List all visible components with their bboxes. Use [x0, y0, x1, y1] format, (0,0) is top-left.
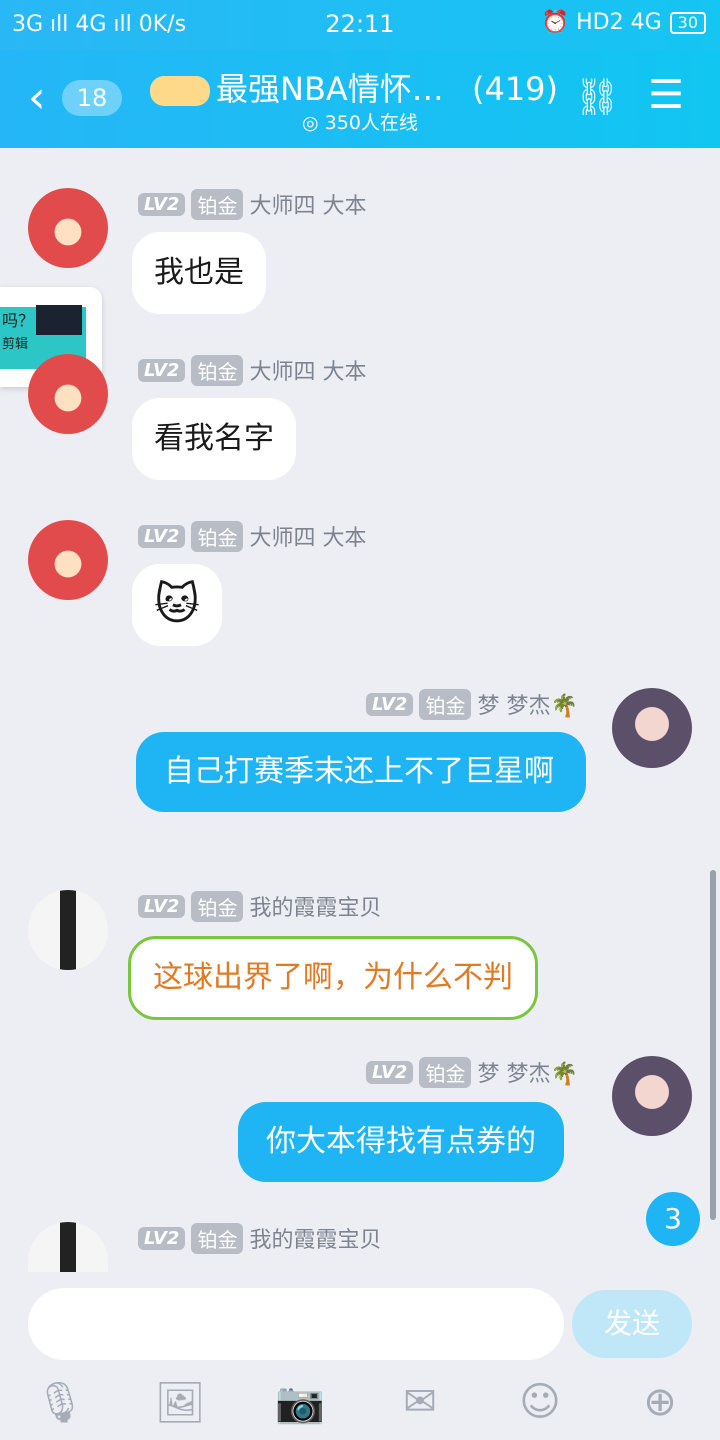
sender-name: 梦 梦杰🌴 — [477, 694, 578, 719]
status-icons: ⏰ HD2 4G — [541, 10, 662, 35]
message-bubble[interactable]: 自己打赛季末还上不了巨星啊 — [136, 732, 586, 812]
scrollbar[interactable] — [710, 870, 716, 1220]
sticker-bubble[interactable]: 🐱 — [132, 564, 222, 646]
online-text: 350人在线 — [324, 112, 418, 134]
camera-icon[interactable]: 📷 — [265, 1379, 335, 1426]
level-name: 铂金 — [191, 188, 244, 220]
avatar[interactable] — [28, 188, 108, 268]
level-badge: LV2 — [366, 1060, 414, 1084]
battery-icon: 30 — [669, 11, 706, 34]
level-name: 铂金 — [419, 688, 472, 720]
image-icon[interactable]: 🖼 — [145, 1379, 215, 1426]
sender-meta: LV2 铂金 我的霞霞宝贝 — [138, 890, 381, 922]
level-name: 铂金 — [191, 890, 244, 922]
emoji-icon[interactable]: ☺ — [505, 1379, 575, 1425]
level-name: 铂金 — [191, 1222, 244, 1254]
chat-header: ‹ 18 最强NBA情怀… (419) ◎ 350人在线 ⛓ ☰ — [0, 50, 720, 148]
sender-name: 大师四 大本 — [249, 526, 367, 551]
share-link-icon[interactable]: ⛓ — [574, 76, 620, 118]
level-badge: LV2 — [138, 894, 186, 918]
member-count: (419) — [471, 70, 559, 108]
sender-meta: LV2 铂金 大师四 大本 — [138, 354, 366, 386]
sender-name: 我的霞霞宝贝 — [249, 1228, 382, 1253]
message-bubble[interactable]: 看我名字 — [132, 398, 296, 480]
sender-name: 大师四 大本 — [249, 360, 367, 385]
sender-meta: LV2 铂金 我的霞霞宝贝 — [138, 1222, 381, 1254]
level-badge: LV2 — [138, 524, 186, 548]
message-bubble[interactable]: 我也是 — [132, 232, 266, 314]
level-badge: LV2 — [138, 1226, 186, 1250]
level-name: 铂金 — [419, 1056, 472, 1088]
level-name: 铂金 — [191, 520, 244, 552]
level-badge: LV2 — [138, 192, 186, 216]
video-card-line1: 吗？ — [2, 311, 35, 330]
status-right: ⏰ HD2 4G 30 — [542, 10, 706, 35]
sender-name: 大师四 大本 — [249, 194, 367, 219]
toolbar: 🎙 🖼 📷 ✉ ☺ ⊕ — [0, 1372, 720, 1432]
menu-icon[interactable]: ☰ — [648, 72, 684, 118]
sender-name: 我的霞霞宝贝 — [249, 896, 382, 921]
avatar[interactable] — [612, 688, 692, 768]
message-bubble[interactable]: 这球出界了啊，为什么不判 — [128, 936, 538, 1020]
video-card-line2: 剪辑 — [2, 337, 29, 352]
video-thumbnail — [36, 305, 82, 335]
avatar[interactable] — [612, 1056, 692, 1136]
sender-meta: LV2 铂金 梦 梦杰🌴 — [366, 688, 578, 720]
group-title[interactable]: 最强NBA情怀… (419) — [150, 64, 558, 110]
sender-name: 梦 梦杰🌴 — [477, 1062, 578, 1087]
group-name: 最强NBA情怀… — [216, 70, 444, 108]
level-badge: LV2 — [138, 358, 186, 382]
avatar[interactable] — [28, 354, 108, 434]
sender-meta: LV2 铂金 大师四 大本 — [138, 520, 366, 552]
avatar[interactable] — [28, 520, 108, 600]
message-bubble[interactable]: 你大本得找有点券的 — [238, 1102, 564, 1182]
status-bar: 3G ıll 4G ıll 0K/s 22:11 ⏰ HD2 4G 30 — [0, 0, 720, 50]
red-packet-icon[interactable]: ✉ — [385, 1379, 455, 1425]
group-emoji-icon — [150, 76, 210, 106]
sender-meta: LV2 铂金 大师四 大本 — [138, 188, 366, 220]
avatar[interactable] — [28, 1222, 108, 1272]
level-badge: LV2 — [366, 692, 414, 716]
microphone-icon[interactable]: 🎙 — [25, 1379, 95, 1426]
composer: 发送 🎙 🖼 📷 ✉ ☺ ⊕ — [0, 1272, 720, 1440]
avatar[interactable] — [28, 890, 108, 970]
plus-icon[interactable]: ⊕ — [625, 1379, 695, 1425]
new-messages-badge[interactable]: 3 — [646, 1192, 700, 1246]
message-input[interactable] — [28, 1288, 564, 1360]
level-name: 铂金 — [191, 354, 244, 386]
sender-meta: LV2 铂金 梦 梦杰🌴 — [366, 1056, 578, 1088]
send-button[interactable]: 发送 — [572, 1290, 692, 1358]
